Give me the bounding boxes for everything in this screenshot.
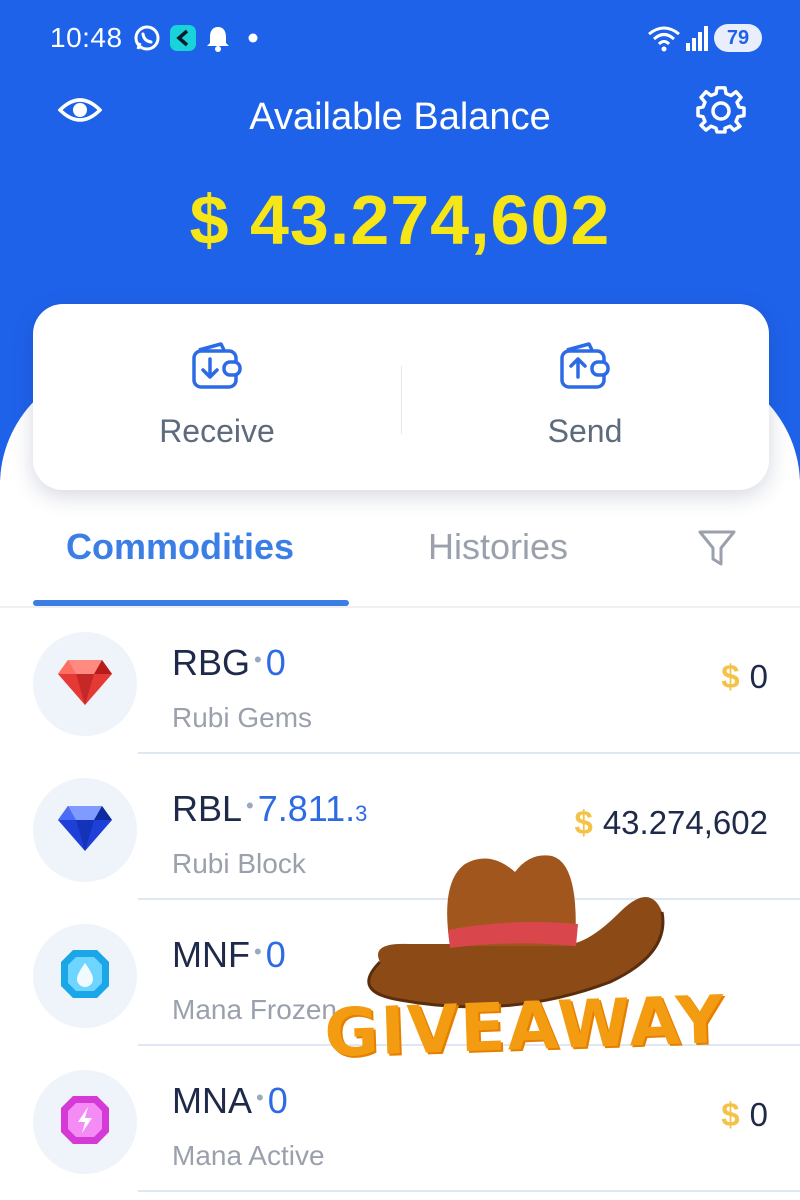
row-divider xyxy=(138,1190,800,1192)
signal-icon xyxy=(684,22,710,54)
mana-active-icon xyxy=(59,1094,111,1151)
wallet-send-icon xyxy=(559,304,611,395)
amount: 0 xyxy=(267,1080,288,1121)
currency-symbol: $ xyxy=(574,804,593,841)
ticker: MNF xyxy=(172,934,250,975)
ticker: MNA xyxy=(172,1080,252,1121)
wallet-receive-icon xyxy=(191,304,243,395)
coin-avatar xyxy=(33,778,137,882)
coin-name: Rubi Block xyxy=(172,848,306,879)
value-amount: 0 xyxy=(749,658,768,695)
send-button[interactable]: Send xyxy=(401,304,769,490)
wifi-icon xyxy=(646,22,682,54)
send-label: Send xyxy=(547,413,623,449)
value-amount: 0 xyxy=(749,1096,768,1133)
receive-label: Receive xyxy=(159,413,275,449)
filter-icon[interactable] xyxy=(697,528,737,568)
giveaway-text: GIVEAWAY xyxy=(323,981,727,1072)
fiat-value: $0 xyxy=(721,658,768,696)
balance-amount: $ 43.274,602 xyxy=(189,181,611,259)
value-amount: 43.274,602 xyxy=(602,804,768,841)
currency-symbol: $ xyxy=(721,1096,740,1133)
tab-histories[interactable]: Histories xyxy=(428,526,568,568)
amount-decimal: 3 xyxy=(355,801,368,826)
coin-avatar xyxy=(33,924,137,1028)
amount: 0 xyxy=(265,642,286,683)
ticker: RBG xyxy=(172,642,251,683)
status-bar: 10:48 79 xyxy=(0,0,800,76)
giveaway-sticker: GIVEAWAY xyxy=(290,842,760,1082)
whatsapp-icon xyxy=(132,22,162,54)
battery-indicator: 79 xyxy=(714,24,762,52)
coin-avatar xyxy=(33,1070,137,1174)
tab-commodities[interactable]: Commodities xyxy=(66,526,294,568)
list-item-rbg[interactable]: RBG • 0 Rubi Gems $0 xyxy=(0,608,800,754)
bell-icon xyxy=(204,22,232,54)
gear-icon[interactable] xyxy=(696,86,746,136)
amount: 0 xyxy=(265,934,286,975)
status-time: 10:48 xyxy=(50,22,123,53)
amount: 7.811. xyxy=(257,788,356,829)
coin-avatar xyxy=(33,632,137,736)
mana-frozen-icon xyxy=(59,948,111,1005)
coin-name: Mana Active xyxy=(172,1140,325,1171)
blue-gem-icon xyxy=(56,803,114,858)
action-card: Receive Send xyxy=(33,304,769,490)
receive-button[interactable]: Receive xyxy=(33,304,401,490)
balance-title: Available Balance xyxy=(249,96,551,138)
ticker: RBL xyxy=(172,788,243,829)
currency-symbol: $ xyxy=(721,658,740,695)
fiat-value: $43.274,602 xyxy=(574,804,768,842)
fiat-value: $0 xyxy=(721,1096,768,1134)
coin-name: Rubi Gems xyxy=(172,702,313,733)
app-icon xyxy=(168,22,198,54)
red-gem-icon xyxy=(56,657,114,712)
dot-icon xyxy=(246,22,260,54)
